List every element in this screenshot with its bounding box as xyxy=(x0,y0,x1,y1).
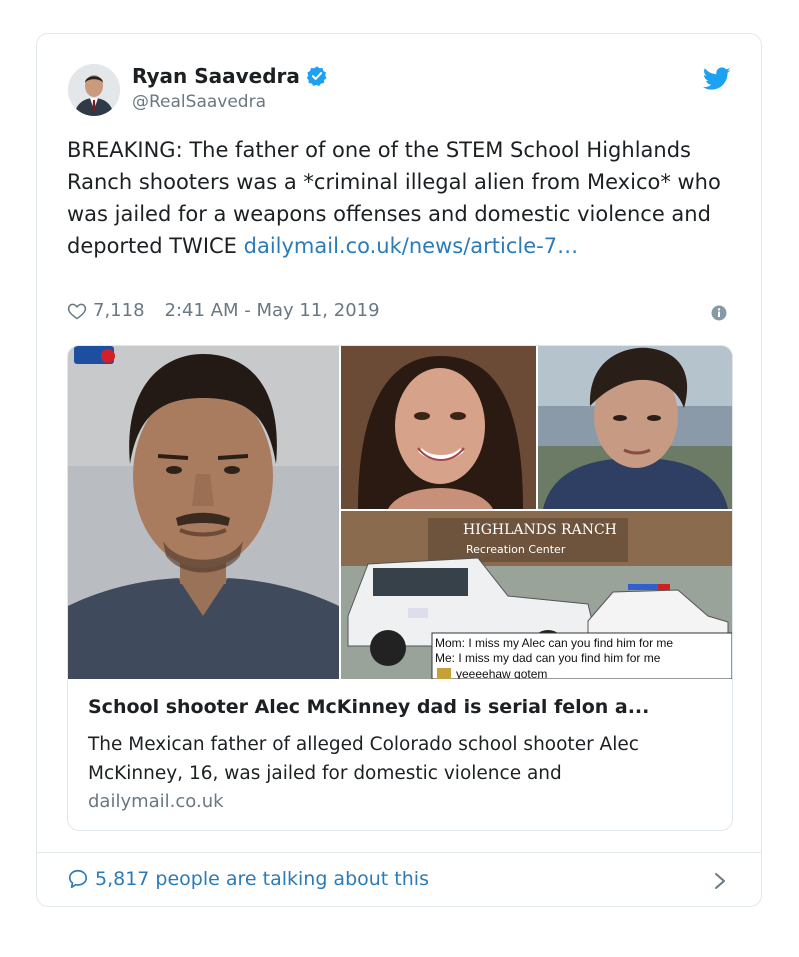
author-handle[interactable]: @RealSaavedra xyxy=(132,92,266,112)
conversation-link[interactable]: 5,817 people are talking about this xyxy=(67,868,429,890)
caption-line-3: yeeeehaw gotem xyxy=(456,667,547,679)
chevron-right-icon[interactable] xyxy=(713,872,727,890)
link-preview-card[interactable]: HIGHLANDS RANCH Recreation Center Mom: I… xyxy=(67,345,733,831)
caption-line-2: Me: I miss my dad can you find him for m… xyxy=(435,651,661,665)
info-icon[interactable] xyxy=(711,305,727,321)
tweet-text: BREAKING: The father of one of the STEM … xyxy=(67,134,747,262)
author-display-name[interactable]: Ryan Saavedra xyxy=(132,64,300,88)
tweet-embed-card: Ryan Saavedra @RealSaavedra BREAKING: Th… xyxy=(36,33,762,907)
like-count[interactable]: 7,118 xyxy=(93,300,145,321)
sign-line-2: Recreation Center xyxy=(466,543,566,556)
link-preview-image[interactable]: HIGHLANDS RANCH Recreation Center Mom: I… xyxy=(68,346,732,679)
caption-line-1: Mom: I miss my Alec can you find him for… xyxy=(435,636,673,650)
tweet-link[interactable]: dailymail.co.uk/news/article-7… xyxy=(244,234,578,258)
link-card-domain: dailymail.co.uk xyxy=(88,791,224,812)
footer-divider xyxy=(37,852,761,853)
comment-bubble-icon xyxy=(68,869,88,889)
author-name-row[interactable]: Ryan Saavedra xyxy=(132,64,328,88)
tweet-timestamp[interactable]: 2:41 AM - May 11, 2019 xyxy=(165,300,380,321)
verified-badge-icon xyxy=(306,66,327,86)
link-card-description: The Mexican father of alleged Colorado s… xyxy=(88,734,639,784)
tweet-meta: 7,118 2:41 AM - May 11, 2019 xyxy=(67,300,380,321)
heart-icon[interactable] xyxy=(67,301,87,321)
link-card-title[interactable]: School shooter Alec McKinney dad is seri… xyxy=(88,696,718,718)
talking-count-text[interactable]: 5,817 people are talking about this xyxy=(95,868,429,890)
twitter-bird-icon[interactable] xyxy=(703,67,731,91)
sign-line-1: HIGHLANDS RANCH xyxy=(463,522,617,538)
avatar[interactable] xyxy=(68,64,120,116)
